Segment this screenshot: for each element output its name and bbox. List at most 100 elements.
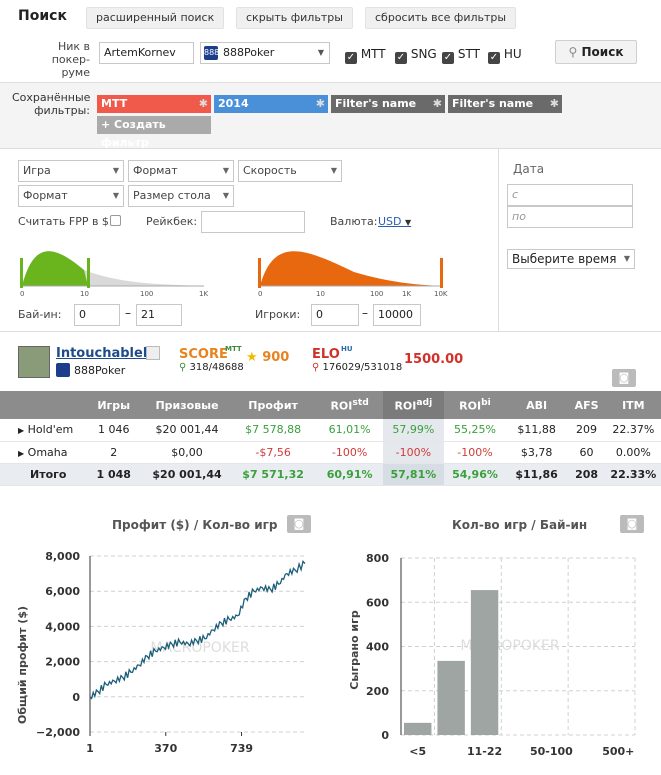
- date-to-input[interactable]: по: [507, 206, 633, 228]
- elo-label: ELO: [312, 347, 340, 362]
- currency-select[interactable]: USD ▼: [378, 215, 411, 228]
- fpp-checkbox[interactable]: [110, 215, 121, 226]
- players-max-input[interactable]: 10000: [373, 304, 421, 326]
- cell: 60: [567, 441, 606, 464]
- cell: $20 001,44: [144, 463, 230, 486]
- checkbox-icon: ✓: [395, 52, 407, 64]
- y-tick-label: 600: [366, 596, 389, 609]
- create-filter-button[interactable]: + Создать фильтр: [97, 116, 211, 149]
- search-button[interactable]: ⚲ Поиск: [555, 40, 637, 64]
- cell: 55,25%: [444, 419, 506, 442]
- buyin-max-input[interactable]: 21: [136, 304, 182, 326]
- table-row[interactable]: ▶ Hold'em 1 046 $20 001,44 $7 578,88 61,…: [0, 419, 661, 442]
- y-tick-label: 6,000: [45, 585, 80, 598]
- y-tick-label: 2,000: [45, 656, 80, 669]
- cell: 2: [82, 441, 145, 464]
- checkbox-icon: ✓: [488, 52, 500, 64]
- players-slider[interactable]: 0 10 100 1K 10K: [254, 250, 454, 300]
- player-name-link[interactable]: IntouchableK: [56, 346, 153, 361]
- gear-icon[interactable]: ✱: [550, 95, 559, 113]
- format-select-2[interactable]: Формат: [18, 185, 124, 207]
- buyin-max-handle[interactable]: [87, 258, 90, 288]
- 888-icon: [56, 363, 70, 377]
- gear-icon[interactable]: ✱: [316, 95, 325, 113]
- divider: [498, 148, 499, 332]
- elo-value: 1500.00: [404, 352, 464, 367]
- row-name[interactable]: ▶ Omaha: [0, 441, 83, 464]
- cell: $11,88: [505, 419, 568, 442]
- table-size-select[interactable]: Размер стола: [128, 185, 234, 207]
- type-stt[interactable]: ✓ STT: [442, 47, 480, 64]
- stats-table: Игры Призовые Профит ROIstd ROIadj ROIbi…: [0, 391, 661, 486]
- score-label: SCORE: [179, 347, 228, 362]
- col-header[interactable]: ABI: [505, 391, 568, 419]
- cell: 209: [567, 419, 606, 442]
- col-header[interactable]: ROIadj: [382, 391, 445, 419]
- type-sng[interactable]: ✓ SNG: [395, 47, 437, 64]
- medal-icon: ⚲: [179, 362, 187, 373]
- players-tick: 1K: [402, 290, 411, 298]
- saved-filter-3[interactable]: Filter's name ✱: [331, 95, 445, 113]
- hide-filters-button[interactable]: скрыть фильтры: [236, 7, 353, 29]
- buyin-slider[interactable]: 0 10 100 1K: [14, 250, 214, 300]
- col-header: [0, 391, 83, 419]
- cell: $3,78: [505, 441, 568, 464]
- table-total-row: Итого 1 048 $20 001,44 $7 571,32 60,91% …: [0, 463, 661, 486]
- gear-icon[interactable]: ✱: [199, 95, 208, 113]
- format-select[interactable]: Формат: [128, 160, 234, 182]
- col-header[interactable]: Профит: [229, 391, 317, 419]
- saved-filter-mtt[interactable]: MTT ✱: [97, 95, 211, 113]
- chart2-ylabel: Сыграно игр: [348, 610, 361, 690]
- type-mtt[interactable]: ✓ MTT: [345, 47, 386, 64]
- y-tick-label: 200: [366, 685, 389, 698]
- room-select[interactable]: 888 888Poker ▼: [200, 42, 330, 64]
- col-header[interactable]: Призовые: [144, 391, 230, 419]
- cell: $7 571,32: [229, 463, 317, 486]
- player-room: 888Poker: [74, 364, 126, 377]
- date-from-input[interactable]: с: [507, 184, 633, 206]
- table-row[interactable]: ▶ Omaha 2 $0,00 -$7,56 -100% -100% -100%…: [0, 441, 661, 464]
- reset-filters-button[interactable]: сбросить все фильтры: [365, 7, 517, 29]
- col-header[interactable]: AFS: [567, 391, 606, 419]
- players-min-handle[interactable]: [258, 258, 261, 288]
- saved-filters-panel: [0, 82, 661, 148]
- cell: -100%: [444, 441, 506, 464]
- bar: [437, 660, 465, 735]
- cell: $20 001,44: [144, 419, 230, 442]
- players-min-input[interactable]: 0: [311, 304, 359, 326]
- time-select[interactable]: Выберите время: [507, 249, 635, 269]
- copy-icon[interactable]: [146, 346, 160, 360]
- col-header[interactable]: ROIbi: [444, 391, 506, 419]
- buyin-min-input[interactable]: 0: [74, 304, 120, 326]
- expand-icon[interactable]: ▶: [18, 426, 24, 435]
- advanced-search-button[interactable]: расширенный поиск: [86, 7, 225, 29]
- x-tick-label: 50-100: [530, 745, 573, 758]
- gear-icon[interactable]: ✱: [433, 95, 442, 113]
- nick-input[interactable]: ArtemKornev: [99, 42, 194, 64]
- elo-type: HU: [341, 345, 353, 353]
- camera-icon[interactable]: ◙: [612, 369, 636, 387]
- camera-icon[interactable]: ◙: [620, 515, 644, 533]
- room-name: 888Poker: [223, 46, 275, 59]
- players-max-handle[interactable]: [440, 258, 443, 288]
- expand-icon[interactable]: ▶: [18, 449, 24, 458]
- buyin-min-handle[interactable]: [20, 258, 23, 288]
- chevron-down-icon: ▼: [405, 218, 412, 227]
- saved-filter-2014[interactable]: 2014 ✱: [214, 95, 328, 113]
- game-select[interactable]: Игра: [18, 160, 124, 182]
- col-header[interactable]: ROIstd: [316, 391, 383, 419]
- buyin-chart: Сыграно игр 800 600 400 200 0 <5 11-22 50-100 5…: [348, 552, 636, 758]
- players-tick: 100: [370, 290, 383, 298]
- cell: -100%: [382, 441, 445, 464]
- cell: $0,00: [144, 441, 230, 464]
- col-header[interactable]: Игры: [82, 391, 145, 419]
- camera-icon[interactable]: ◙: [287, 515, 311, 533]
- buyin-tick: 1K: [199, 290, 208, 298]
- col-header[interactable]: ITM: [605, 391, 661, 419]
- type-hu[interactable]: ✓ HU: [488, 47, 522, 64]
- row-name[interactable]: ▶ Hold'em: [0, 419, 83, 442]
- rakeback-input[interactable]: [201, 211, 305, 233]
- speed-select[interactable]: Скорость: [238, 160, 342, 182]
- saved-filter-4[interactable]: Filter's name ✱: [448, 95, 562, 113]
- score-value: ★ 900: [246, 350, 290, 365]
